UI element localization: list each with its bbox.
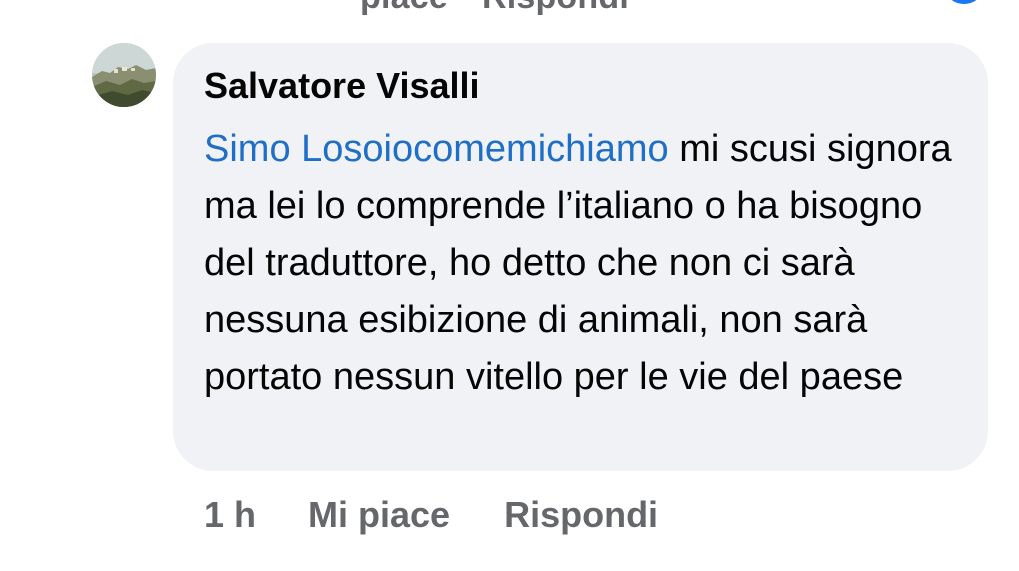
comment-body: Simo Losoiocomemichiamo mi scusi signora… <box>204 121 974 406</box>
comment-author[interactable]: Salvatore Visalli <box>204 65 480 107</box>
mention-link[interactable]: Simo Losoiocomemichiamo <box>204 128 669 170</box>
comment-actions: 1 h Mi piace Rispondi <box>204 494 658 536</box>
reply-button[interactable]: Rispondi <box>504 494 658 535</box>
like-button[interactable]: Mi piace <box>308 494 450 535</box>
avatar[interactable] <box>92 43 156 107</box>
reaction-icon <box>948 0 980 4</box>
previous-like-button[interactable]: piace <box>360 0 448 16</box>
comment-bubble: Salvatore Visalli Simo Losoiocomemichiam… <box>173 43 988 471</box>
previous-comment-actions: piace Rispondi <box>360 0 663 17</box>
comment-thread: piace Rispondi Salvatore Visalli Simo Los… <box>0 0 1019 571</box>
comment-timestamp[interactable]: 1 h <box>204 494 256 535</box>
previous-reply-button[interactable]: Rispondi <box>482 0 629 16</box>
landscape-avatar-icon <box>92 43 156 107</box>
